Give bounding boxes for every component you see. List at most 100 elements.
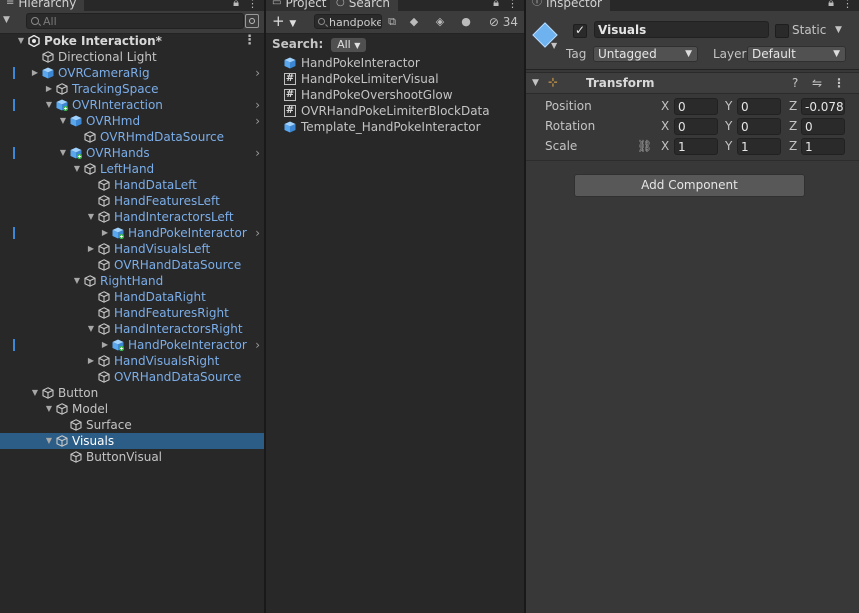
search-filter-icon[interactable]: [245, 14, 259, 28]
preset-icon[interactable]: ⇋: [812, 75, 822, 91]
hierarchy-item[interactable]: ▼ Visuals: [0, 433, 264, 449]
help-icon[interactable]: ?: [792, 75, 798, 91]
hierarchy-item[interactable]: ▶ HandPokeInteractor ›: [0, 337, 264, 353]
rotation-y-field[interactable]: 0: [737, 118, 781, 135]
hierarchy-item[interactable]: HandFeaturesLeft: [0, 193, 264, 209]
foldout-open-icon[interactable]: ▼: [532, 75, 539, 91]
chevron-right-icon[interactable]: ›: [255, 225, 260, 241]
hierarchy-item[interactable]: ▼ Button: [0, 385, 264, 401]
position-x-field[interactable]: 0: [674, 98, 718, 115]
hierarchy-item[interactable]: ▼ LeftHand: [0, 161, 264, 177]
hierarchy-item[interactable]: ▼ HandInteractorsRight: [0, 321, 264, 337]
hierarchy-item[interactable]: Surface: [0, 417, 264, 433]
foldout-closed-icon[interactable]: ▶: [30, 65, 40, 81]
scene-menu-icon[interactable]: ⋮: [243, 33, 256, 49]
tab-inspector[interactable]: ⓘ Inspector: [526, 0, 610, 11]
component-menu-icon[interactable]: ⋮: [833, 75, 845, 91]
hierarchy-item[interactable]: Directional Light: [0, 49, 264, 65]
add-asset-button[interactable]: + ▼: [272, 13, 296, 32]
search-result-item[interactable]: HandPokeInteractor: [284, 55, 514, 71]
tag-dropdown[interactable]: Untagged ▼: [593, 46, 698, 62]
lock-icon[interactable]: 🔒︎: [233, 0, 239, 10]
foldout-open-icon[interactable]: ▼: [86, 321, 96, 337]
hierarchy-item[interactable]: ▼ HandInteractorsLeft: [0, 209, 264, 225]
filter-by-label-icon[interactable]: ◆: [406, 14, 422, 30]
chevron-right-icon[interactable]: ›: [255, 97, 260, 113]
foldout-open-icon[interactable]: ▼: [58, 145, 68, 161]
hierarchy-item[interactable]: ▼ OVRHands ›: [0, 145, 264, 161]
scale-z-field[interactable]: 1: [801, 138, 845, 155]
hierarchy-item[interactable]: ▼ OVRHmd ›: [0, 113, 264, 129]
foldout-closed-icon[interactable]: ▶: [100, 225, 110, 241]
search-scope-dropdown[interactable]: All ▼: [331, 38, 367, 52]
foldout-open-icon[interactable]: ▼: [72, 273, 82, 289]
hierarchy-item[interactable]: HandFeaturesRight: [0, 305, 264, 321]
foldout-closed-icon[interactable]: ▶: [86, 353, 96, 369]
chevron-right-icon[interactable]: ›: [255, 65, 260, 81]
hierarchy-item[interactable]: OVRHandDataSource: [0, 369, 264, 385]
rotation-z-field[interactable]: 0: [801, 118, 845, 135]
foldout-open-icon[interactable]: ▼: [30, 385, 40, 401]
static-checkbox[interactable]: [775, 24, 789, 38]
search-result-item[interactable]: Template_HandPokeInteractor: [284, 119, 514, 135]
layer-dropdown[interactable]: Default ▼: [747, 46, 846, 62]
hierarchy-item[interactable]: ▶ HandVisualsRight: [0, 353, 264, 369]
search-result-item[interactable]: # HandPokeLimiterVisual: [284, 71, 514, 87]
scale-y-field[interactable]: 1: [737, 138, 781, 155]
position-z-field[interactable]: -0.078: [801, 98, 845, 115]
project-search-input[interactable]: handpoke: [314, 14, 382, 29]
search-result-item[interactable]: # OVRHandPokeLimiterBlockData: [284, 103, 514, 119]
hidden-packages-toggle[interactable]: ⊘ 34: [489, 13, 518, 31]
tab-project[interactable]: ▭ Project: [266, 0, 335, 11]
scale-x-field[interactable]: 1: [674, 138, 718, 155]
hierarchy-search-input[interactable]: All: [26, 13, 244, 29]
kebab-menu-icon[interactable]: ⋮: [507, 0, 518, 10]
foldout-closed-icon[interactable]: ▶: [100, 337, 110, 353]
hierarchy-item[interactable]: ▶ TrackingSpace: [0, 81, 264, 97]
hierarchy-item[interactable]: HandDataLeft: [0, 177, 264, 193]
tab-hierarchy[interactable]: ≡ Hierarchy: [0, 0, 85, 11]
hierarchy-item[interactable]: ▼ OVRInteraction ›: [0, 97, 264, 113]
foldout-open-icon[interactable]: ▼: [86, 209, 96, 225]
tag-icon[interactable]: ◈: [432, 14, 448, 30]
foldout-open-icon[interactable]: ▼: [58, 113, 68, 129]
hierarchy-item[interactable]: ▶ OVRCameraRig ›: [0, 65, 264, 81]
chevron-right-icon[interactable]: ›: [255, 337, 260, 353]
foldout-open-icon[interactable]: ▼: [72, 161, 82, 177]
position-y-field[interactable]: 0: [737, 98, 781, 115]
lock-icon[interactable]: 🔒︎: [828, 0, 834, 10]
foldout-closed-icon[interactable]: ▶: [86, 241, 96, 257]
hierarchy-item[interactable]: ▼ Poke Interaction* ⋮: [0, 33, 264, 49]
chevron-right-icon[interactable]: ›: [255, 113, 260, 129]
active-checkbox[interactable]: [573, 23, 587, 38]
foldout-open-icon[interactable]: ▼: [44, 433, 54, 449]
rotation-x-field[interactable]: 0: [674, 118, 718, 135]
object-name-field[interactable]: Visuals: [594, 21, 769, 38]
hierarchy-item[interactable]: OVRHmdDataSource: [0, 129, 264, 145]
transform-component-header[interactable]: ▼ ⊹ Transform ? ⇋ ⋮: [526, 72, 859, 94]
hierarchy-item[interactable]: HandDataRight: [0, 289, 264, 305]
tab-search[interactable]: ○ Search: [330, 0, 398, 11]
foldout-closed-icon[interactable]: ▶: [44, 81, 54, 97]
foldout-open-icon[interactable]: ▼: [44, 97, 54, 113]
hierarchy-item[interactable]: OVRHandDataSource: [0, 257, 264, 273]
constrain-proportions-icon[interactable]: ⛓: [637, 138, 652, 154]
hierarchy-item[interactable]: ▶ HandVisualsLeft: [0, 241, 264, 257]
hierarchy-item[interactable]: ▼ Model: [0, 401, 264, 417]
search-result-item[interactable]: # HandPokeOvershootGlow: [284, 87, 514, 103]
hierarchy-item[interactable]: ▼ RightHand: [0, 273, 264, 289]
foldout-open-icon[interactable]: ▼: [44, 401, 54, 417]
chevron-right-icon[interactable]: ›: [255, 145, 260, 161]
kebab-menu-icon[interactable]: ⋮: [842, 0, 853, 10]
lock-icon[interactable]: 🔒︎: [493, 0, 499, 10]
hierarchy-item[interactable]: ▶ HandPokeInteractor ›: [0, 225, 264, 241]
kebab-menu-icon[interactable]: ⋮: [247, 0, 258, 10]
search-by-type-icon[interactable]: ⧉: [384, 14, 400, 30]
static-dropdown-icon[interactable]: ▼: [835, 22, 842, 38]
hierarchy-item[interactable]: ButtonVisual: [0, 449, 264, 465]
add-component-button[interactable]: Add Component: [574, 174, 805, 197]
create-dropdown-icon[interactable]: ▼: [3, 15, 10, 25]
icon-dropdown-arrow-icon[interactable]: ▼: [551, 38, 557, 54]
warning-icon[interactable]: ●: [458, 14, 474, 30]
foldout-open-icon[interactable]: ▼: [16, 33, 26, 49]
